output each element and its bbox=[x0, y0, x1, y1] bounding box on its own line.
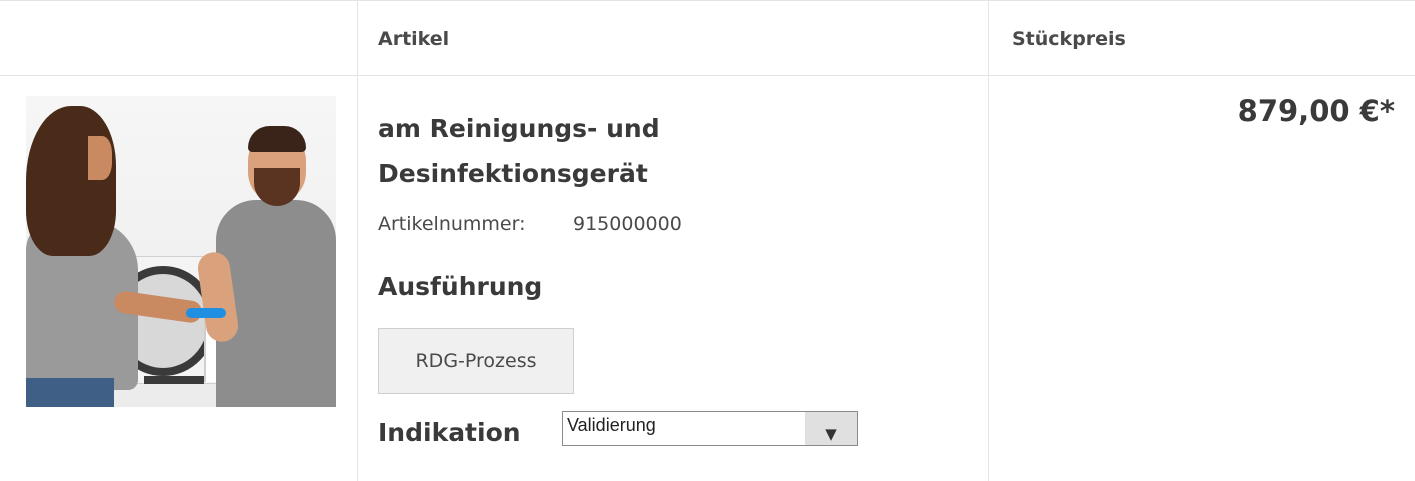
column-divider-2 bbox=[988, 0, 989, 481]
variant-heading: Ausführung bbox=[378, 272, 543, 301]
header-unit-price: Stückpreis bbox=[1012, 28, 1126, 50]
article-number-label: Artikelnummer: bbox=[378, 213, 526, 235]
header-article: Artikel bbox=[378, 28, 450, 50]
indication-select-value: Validierung bbox=[567, 415, 656, 435]
chevron-down-icon[interactable]: ▼ bbox=[805, 412, 857, 445]
table-header-divider bbox=[0, 75, 1415, 76]
cart-table: Artikel Stückpreis am Reinigungs- und De… bbox=[0, 0, 1415, 481]
table-border-top bbox=[0, 0, 1415, 1]
unit-price: 879,00 €* bbox=[1237, 94, 1395, 128]
indication-heading: Indikation bbox=[378, 418, 521, 447]
product-title[interactable]: am Reinigungs- und Desinfektionsgerät bbox=[378, 106, 938, 196]
column-divider-1 bbox=[357, 0, 358, 481]
article-number-value: 915000000 bbox=[573, 213, 682, 235]
variant-option-button[interactable]: RDG-Prozess bbox=[378, 328, 574, 394]
product-image[interactable] bbox=[26, 96, 336, 407]
indication-select[interactable]: Validierung ▼ bbox=[562, 411, 858, 446]
